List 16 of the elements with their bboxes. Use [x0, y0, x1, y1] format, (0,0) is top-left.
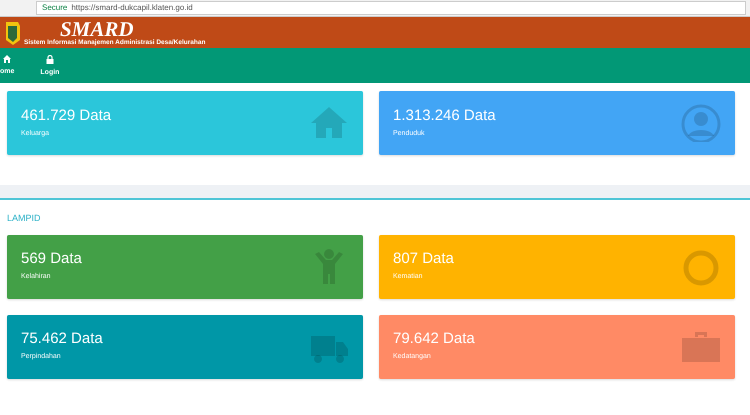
stat-value: 569 Data: [21, 250, 82, 268]
stat-value: 807 Data: [393, 250, 454, 268]
secure-label: Secure: [42, 2, 68, 14]
ring-icon: [681, 248, 721, 286]
stat-value: 75.462 Data: [21, 330, 103, 348]
lock-icon: [46, 55, 54, 64]
stat-value: 1.313.246 Data: [393, 106, 496, 125]
address-bar[interactable]: Secure https://smard-dukcapil.klaten.go.id: [36, 1, 746, 15]
home-icon: [3, 55, 12, 63]
section-title: LAMPID: [7, 212, 42, 225]
stat-value: 461.729 Data: [21, 106, 112, 125]
user-icon: [681, 104, 721, 142]
stat-value: 79.642 Data: [393, 330, 475, 348]
url-text: https://smard-dukcapil.klaten.go.id: [71, 2, 193, 14]
app-title: SMARD: [60, 18, 134, 38]
emblem-icon: [6, 20, 20, 46]
